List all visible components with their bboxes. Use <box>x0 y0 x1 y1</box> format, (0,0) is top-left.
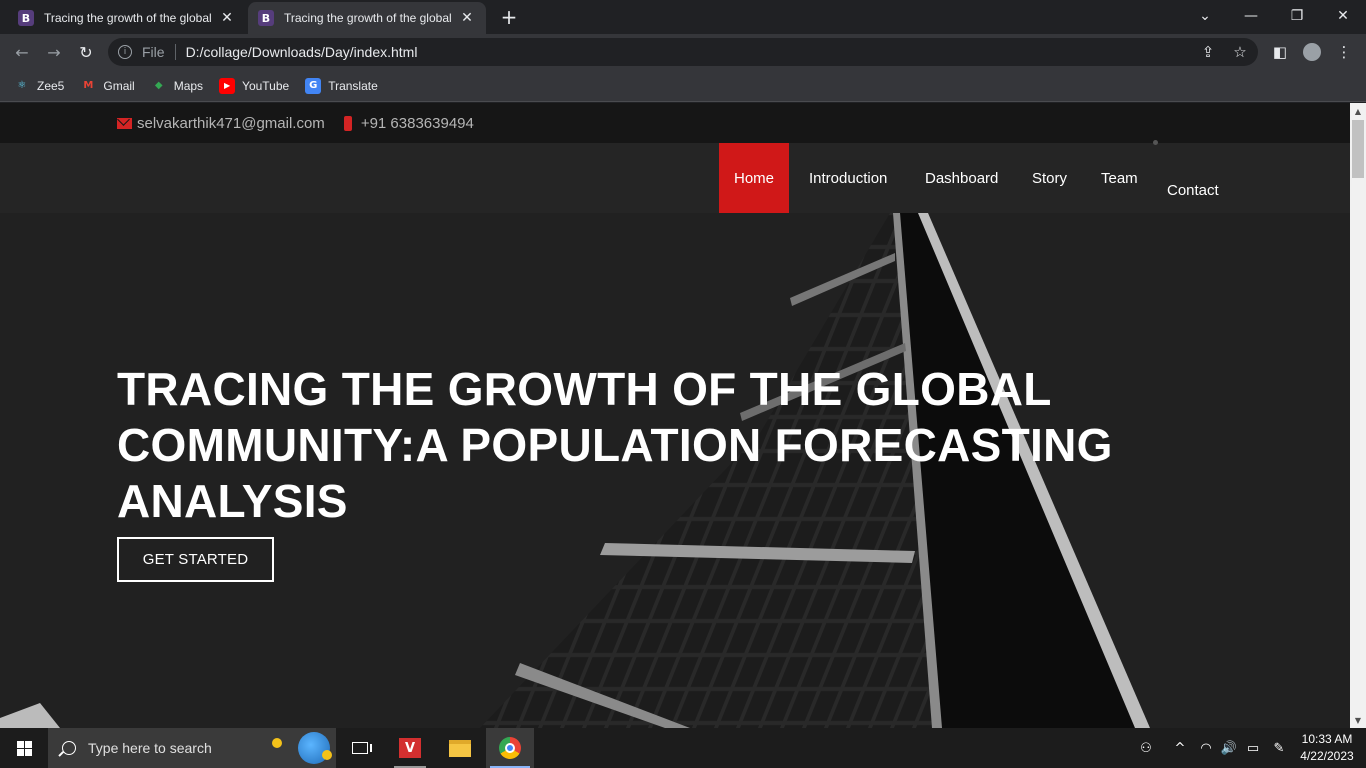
browser-tab-active[interactable]: B Tracing the growth of the global ✕ <box>248 2 486 34</box>
windows-logo-icon <box>16 740 32 756</box>
url-scheme-label: File <box>142 44 165 60</box>
tab-close-icon[interactable]: ✕ <box>458 9 476 27</box>
taskbar-app-chrome[interactable] <box>486 728 534 768</box>
windows-taskbar: Type here to search V ⚇ ^ ◠ 🔊 ▭ ✎ 10:33 … <box>0 728 1366 768</box>
nav-home[interactable]: Home <box>719 143 790 213</box>
get-started-button[interactable]: GET STARTED <box>117 537 274 582</box>
maps-icon: ◆ <box>154 80 163 91</box>
taskbar-app-vlc[interactable]: V <box>386 728 434 768</box>
task-view-icon <box>352 742 372 754</box>
scroll-down-arrow-icon[interactable]: ▼ <box>1350 712 1366 728</box>
side-panel-icon[interactable]: ◧ <box>1268 40 1292 64</box>
url-text[interactable]: D:/collage/Downloads/Day/index.html <box>186 44 418 60</box>
browser-menu-icon[interactable]: ⋮ <box>1332 40 1356 64</box>
chrome-icon <box>499 737 521 759</box>
omnibox-divider <box>174 44 176 60</box>
wifi-icon[interactable]: ◠ <box>1196 728 1216 768</box>
tab-title: Tracing the growth of the global <box>284 11 452 25</box>
start-button[interactable] <box>0 728 48 768</box>
nav-dashboard[interactable]: Dashboard <box>910 143 1013 213</box>
search-icon <box>62 741 76 755</box>
tab-close-icon[interactable]: ✕ <box>218 9 236 27</box>
browser-tab[interactable]: B Tracing the growth of the global ✕ <box>8 2 246 34</box>
nav-introduction[interactable]: Introduction <box>794 143 902 213</box>
react-icon: ⚛ <box>17 80 27 91</box>
avatar <box>1303 43 1321 61</box>
close-window-button[interactable]: ✕ <box>1320 0 1366 32</box>
contact-phone[interactable]: +91 6383639494 <box>361 115 474 132</box>
envelope-icon <box>117 117 132 129</box>
site-navbar: Home Introduction Dashboard Story Team C… <box>0 140 1350 213</box>
back-button[interactable]: ← <box>10 40 34 64</box>
system-clock[interactable]: 10:33 AM 4/22/2023 <box>1296 728 1358 768</box>
search-placeholder: Type here to search <box>88 740 212 756</box>
tab-strip: B Tracing the growth of the global ✕ B T… <box>0 0 1366 34</box>
taskbar-search-box[interactable]: Type here to search <box>48 728 336 768</box>
contact-email[interactable]: selvakarthik471@gmail.com <box>137 115 325 132</box>
taskbar-app-file-explorer[interactable] <box>436 728 484 768</box>
tab-search-chevron-icon[interactable]: ⌄ <box>1182 0 1228 32</box>
restore-button[interactable]: ❐ <box>1274 0 1320 32</box>
volume-icon[interactable]: 🔊 <box>1218 728 1240 768</box>
hero-section: TRACING THE GROWTH OF THE GLOBAL COMMUNI… <box>0 213 1350 728</box>
page-viewport: selvakarthik471@gmail.com +91 6383639494… <box>0 103 1350 728</box>
new-tab-button[interactable]: + <box>498 5 520 29</box>
bootstrap-favicon-icon: B <box>258 10 274 26</box>
scroll-up-arrow-icon[interactable]: ▲ <box>1350 103 1366 119</box>
show-hidden-icons-chevron-icon[interactable]: ^ <box>1170 728 1190 768</box>
nav-story[interactable]: Story <box>1017 143 1082 213</box>
reload-button[interactable]: ↻ <box>74 40 98 64</box>
clock-time: 10:33 AM <box>1301 732 1353 746</box>
bookmark-translate[interactable]: G Translate <box>305 77 378 94</box>
phone-icon <box>343 115 352 131</box>
file-explorer-icon <box>449 739 471 757</box>
contact-topbar: selvakarthik471@gmail.com +91 6383639494 <box>0 103 1350 143</box>
bookmark-gmail[interactable]: M Gmail <box>80 78 134 94</box>
bookmark-zee5[interactable]: ⚛ Zee5 <box>14 78 65 94</box>
bookmark-label: Translate <box>328 78 378 93</box>
bootstrap-favicon-icon: B <box>18 10 34 26</box>
vlc-app-icon: V <box>399 738 421 758</box>
share-icon[interactable]: ⇪ <box>1196 40 1220 64</box>
bookmark-youtube[interactable]: ▶ YouTube <box>219 77 290 94</box>
pen-workspace-icon[interactable]: ✎ <box>1268 728 1290 768</box>
gmail-icon: M <box>83 80 94 91</box>
site-info-icon[interactable]: i <box>118 45 132 59</box>
flower-icon <box>272 738 282 748</box>
task-view-button[interactable] <box>336 728 384 768</box>
minimize-button[interactable]: — <box>1228 0 1274 32</box>
flower-icon <box>322 750 332 760</box>
hero-title: TRACING THE GROWTH OF THE GLOBAL COMMUNI… <box>117 363 1113 527</box>
vertical-scrollbar[interactable]: ▲ ▼ <box>1350 103 1366 728</box>
bookmarks-bar: ⚛ Zee5 M Gmail ◆ Maps ▶ YouTube G Transl… <box>0 70 1366 102</box>
bookmark-label: Maps <box>173 78 204 93</box>
browser-toolbar: ← → ↻ i File D:/collage/Downloads/Day/in… <box>0 34 1366 70</box>
youtube-icon: ▶ <box>219 77 236 94</box>
bookmark-maps[interactable]: ◆ Maps <box>151 78 203 94</box>
bookmark-star-icon[interactable]: ☆ <box>1228 40 1252 64</box>
translate-icon: G <box>305 77 322 94</box>
tab-title: Tracing the growth of the global <box>44 11 212 25</box>
battery-icon[interactable]: ▭ <box>1242 728 1264 768</box>
bookmark-label: Zee5 <box>37 78 65 93</box>
clock-date: 4/22/2023 <box>1300 749 1354 763</box>
scrollbar-thumb[interactable] <box>1352 120 1364 178</box>
bookmark-label: Gmail <box>103 78 135 93</box>
profile-avatar[interactable] <box>1300 40 1324 64</box>
address-bar[interactable]: i File D:/collage/Downloads/Day/index.ht… <box>108 38 1258 66</box>
decorative-dot <box>1153 140 1158 145</box>
forward-button[interactable]: → <box>42 40 66 64</box>
bookmark-label: YouTube <box>242 78 290 93</box>
nav-team[interactable]: Team <box>1086 143 1153 213</box>
people-icon[interactable]: ⚇ <box>1134 728 1158 768</box>
